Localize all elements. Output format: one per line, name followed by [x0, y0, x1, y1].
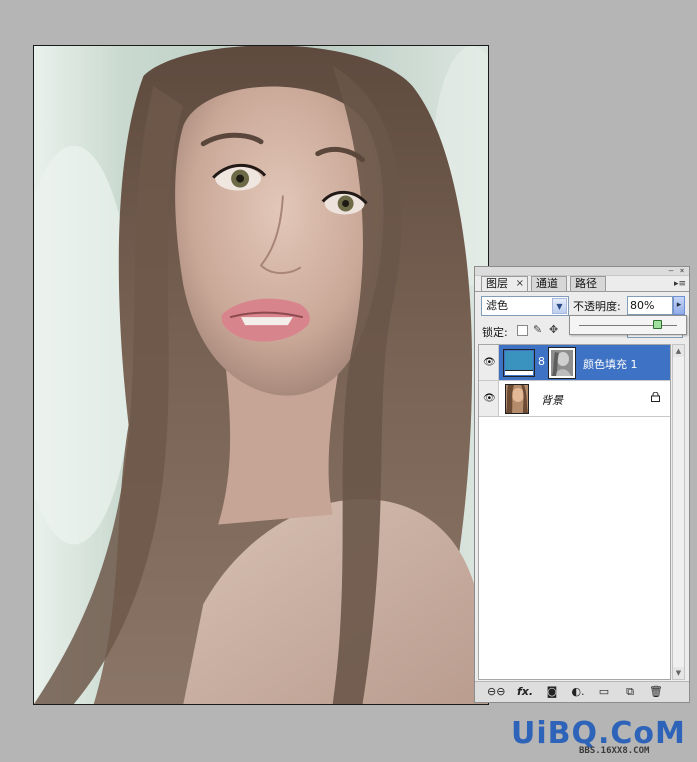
panel-tabs: 图层 × 通道 路径	[478, 276, 686, 291]
fill-layer-thumbnail[interactable]	[503, 349, 535, 377]
lock-transparent-pixels-icon[interactable]	[517, 325, 528, 336]
eye-icon[interactable]: 👁	[483, 394, 496, 404]
fill-thumbnail-bar	[505, 370, 533, 375]
document-canvas[interactable]	[33, 45, 489, 705]
photo-thumbnail-icon	[506, 385, 528, 413]
layer-row-background[interactable]: 👁 背景	[479, 381, 670, 417]
portrait-photo	[34, 46, 488, 704]
lock-label: 锁定:	[482, 326, 508, 339]
new-layer-icon[interactable]: ⧉	[623, 685, 637, 698]
tab-channels[interactable]: 通道	[531, 276, 567, 291]
minimize-icon[interactable]: –	[667, 267, 675, 275]
tab-paths[interactable]: 路径	[570, 276, 606, 291]
lock-position-icon[interactable]: ✥	[549, 323, 558, 336]
visibility-toggle[interactable]: 👁	[479, 345, 499, 380]
layer-mask-thumbnail[interactable]	[548, 347, 576, 379]
layer-list-scrollbar[interactable]: ▲ ▼	[672, 344, 685, 680]
opacity-slider-thumb[interactable]	[653, 320, 663, 329]
chevron-right-icon[interactable]: ▸	[673, 296, 685, 315]
tabs-divider	[475, 291, 689, 292]
tab-label: 通道	[536, 277, 558, 290]
layer-list: 👁 8 颜色填充 1 👁 背景	[478, 344, 671, 680]
layers-panel: – × 图层 × 通道 路径 ▸≡ 滤色 ▼ 不透明度: 80% ▸ 锁定: ✎…	[474, 266, 690, 703]
chevron-down-icon[interactable]: ▼	[552, 298, 567, 314]
blend-mode-select[interactable]: 滤色 ▼	[481, 296, 569, 316]
opacity-slider-popup	[569, 315, 687, 335]
visibility-toggle[interactable]: 👁	[479, 381, 499, 416]
close-icon[interactable]: ×	[678, 267, 686, 275]
background-layer-thumbnail[interactable]	[505, 384, 529, 414]
folder-icon[interactable]: ▭	[597, 685, 611, 698]
opacity-input[interactable]: 80%	[627, 296, 673, 315]
blend-mode-value: 滤色	[486, 299, 508, 312]
mask-portrait-icon	[551, 350, 573, 376]
link-chain-icon[interactable]: 8	[538, 355, 545, 368]
layer-name[interactable]: 背景	[541, 392, 563, 408]
scroll-up-icon[interactable]: ▲	[673, 345, 684, 357]
layer-name[interactable]: 颜色填充 1	[583, 356, 638, 372]
fx-icon[interactable]: fx.	[515, 685, 535, 698]
lock-image-pixels-icon[interactable]: ✎	[533, 323, 542, 336]
add-mask-icon[interactable]: ◙	[545, 685, 559, 698]
trash-icon[interactable]: 🗑	[649, 685, 663, 698]
tab-layers[interactable]: 图层 ×	[481, 276, 528, 291]
fill-color-swatch	[505, 351, 533, 370]
watermark-subtext: BBS.16XX8.COM	[579, 746, 650, 756]
tab-close-icon[interactable]: ×	[516, 277, 524, 291]
tab-label: 路径	[575, 277, 597, 290]
opacity-label: 不透明度:	[573, 300, 621, 313]
panel-menu-icon[interactable]: ▸≡	[674, 278, 686, 290]
panel-titlebar[interactable]: – ×	[475, 267, 689, 276]
panel-bottom-toolbar: ⊖⊖ fx. ◙ ◐. ▭ ⧉ 🗑	[475, 681, 689, 702]
opacity-slider-track[interactable]	[579, 325, 677, 326]
layer-row-color-fill[interactable]: 👁 8 颜色填充 1	[479, 345, 670, 381]
adjustment-layer-icon[interactable]: ◐.	[569, 685, 587, 698]
link-layers-icon[interactable]: ⊖⊖	[487, 685, 505, 698]
tab-label: 图层	[486, 277, 508, 290]
scroll-down-icon[interactable]: ▼	[673, 667, 684, 679]
lock-icon	[651, 392, 660, 402]
watermark: UiBQ.CoM BBS.16XX8.COM	[511, 715, 697, 762]
eye-icon[interactable]: 👁	[483, 358, 496, 368]
